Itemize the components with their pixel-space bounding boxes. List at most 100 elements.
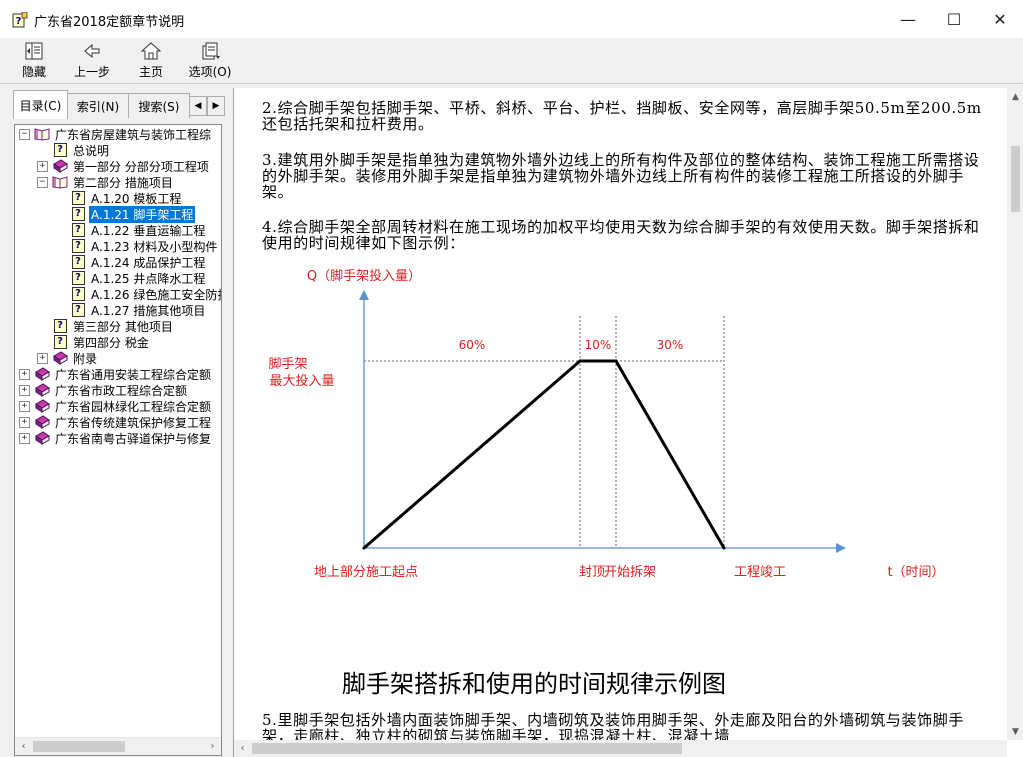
scroll-left-arrow-icon[interactable]: ‹ <box>15 738 32 755</box>
tab-scroll-right-button[interactable]: ▶ <box>207 96 225 116</box>
x-tick-label: 工程竣工 <box>734 565 786 580</box>
paragraph-4: 4.综合脚手架全部周转材料在施工现场的加权平均使用天数为综合脚手架的有效使用天数… <box>262 218 980 252</box>
tree-item[interactable]: ? 第三部分 其他项目 <box>37 318 175 334</box>
expand-icon[interactable]: + <box>19 400 30 412</box>
open-book-icon <box>34 127 50 141</box>
closed-book-icon <box>52 351 68 365</box>
back-arrow-icon <box>80 40 104 61</box>
tree-item[interactable]: ? A.1.22 垂直运输工程 <box>55 222 207 238</box>
pane-splitter[interactable] <box>228 88 232 756</box>
minimize-button[interactable]: — <box>885 0 931 38</box>
phase-label: 10% <box>585 338 612 352</box>
nav-tabs: 目录(C) 索引(N) 搜索(S) ◀ ▶ <box>13 90 227 119</box>
tree-item-label: A.1.21 脚手架工程 <box>87 204 197 224</box>
scroll-right-arrow-icon[interactable]: › <box>204 738 221 755</box>
tree-item-label: 广东省市政工程综合定额 <box>55 383 188 398</box>
topic-content[interactable]: 2.综合脚手架包括脚手架、平桥、斜桥、平台、护栏、挡脚板、安全网等，高层脚手架5… <box>233 88 1023 757</box>
collapse-icon[interactable]: − <box>37 176 48 188</box>
tab-contents[interactable]: 目录(C) <box>13 90 68 119</box>
svg-text:?: ? <box>16 16 22 27</box>
options-icon <box>198 40 222 61</box>
content-scroll-left-icon[interactable]: ‹ <box>234 740 251 757</box>
expand-icon[interactable]: + <box>37 352 48 364</box>
back-button[interactable]: 上一步 <box>64 40 120 80</box>
home-icon <box>139 40 163 61</box>
tree-item[interactable]: ? 总说明 <box>37 142 111 158</box>
tree-item-label: 广东省房屋建筑与装饰工程综 <box>55 127 212 142</box>
x-tick-label: 开始拆架 <box>604 565 656 580</box>
close-button[interactable]: ✕ <box>977 0 1023 38</box>
tree-item-label: 广东省通用安装工程综合定额 <box>55 367 212 382</box>
tree-item[interactable]: ? A.1.21 脚手架工程 <box>55 204 197 224</box>
tree-item[interactable]: + 广东省南粤古驿道保护与修复 <box>19 430 213 446</box>
help-page-icon: ? <box>52 143 68 157</box>
tree-item[interactable]: ? 第四部分 税金 <box>37 334 151 350</box>
help-page-icon: ? <box>70 255 86 269</box>
back-label: 上一步 <box>73 65 110 79</box>
content-horizontal-scrollbar[interactable]: ‹ <box>234 740 1007 757</box>
scroll-up-arrow-icon[interactable]: ▲ <box>1007 88 1023 105</box>
vertical-scroll-thumb[interactable] <box>1011 146 1020 212</box>
closed-book-icon <box>34 431 50 445</box>
expand-icon[interactable]: + <box>19 432 30 444</box>
y-max-label-line1: 脚手架 <box>268 356 307 372</box>
y-axis-arrow <box>359 290 369 300</box>
tree-item[interactable]: + 广东省通用安装工程综合定额 <box>19 366 213 382</box>
phase-label: 30% <box>657 338 684 352</box>
tree-item[interactable]: + 第一部分 分部分项工程项 <box>37 158 211 174</box>
maximize-button[interactable]: ☐ <box>931 0 977 38</box>
tree-item[interactable]: ? A.1.23 材料及小型构件 <box>55 238 219 254</box>
tree-item[interactable]: ? A.1.20 模板工程 <box>55 190 183 206</box>
x-tick-label: 封顶 <box>579 565 605 580</box>
content-vertical-scrollbar[interactable]: ▲ ▼ <box>1007 88 1023 740</box>
tab-search[interactable]: 搜索(S) <box>128 93 190 118</box>
tree-item[interactable]: + 广东省市政工程综合定额 <box>19 382 189 398</box>
tree-item-label: 第二部分 措施项目 <box>73 175 173 190</box>
tree-item[interactable]: − 第二部分 措施项目 <box>37 174 175 190</box>
home-button[interactable]: 主页 <box>123 40 179 80</box>
contents-tree[interactable]: − 广东省房屋建筑与装饰工程综? 总说明 + 第一部分 分部分项工程项 − 第二部分 措施项… <box>14 124 222 756</box>
help-page-icon: ? <box>70 239 86 253</box>
phase-label: 60% <box>459 338 486 352</box>
tree-item[interactable]: + 广东省园林绿化工程综合定额 <box>19 398 213 414</box>
content-horizontal-thumb[interactable] <box>252 743 682 754</box>
tree-item-label: A.1.25 井点降水工程 <box>91 271 206 286</box>
tree-item[interactable]: ? A.1.24 成品保护工程 <box>55 254 207 270</box>
home-label: 主页 <box>138 65 163 79</box>
expand-icon[interactable]: + <box>19 368 30 380</box>
scroll-down-arrow-icon[interactable]: ▼ <box>1007 723 1023 740</box>
help-page-icon: ? <box>70 191 86 205</box>
expand-icon[interactable]: + <box>37 160 48 172</box>
expand-icon[interactable]: + <box>19 384 30 396</box>
tree-item[interactable]: ? A.1.27 措施其他项目 <box>55 302 207 318</box>
tree-horizontal-scrollbar[interactable]: ‹ › <box>15 737 221 755</box>
toolbar: 隐藏 上一步 主页 选项(O) <box>0 38 1023 84</box>
tree-item[interactable]: ? A.1.26 绿色施工安全防护 <box>55 286 221 302</box>
navigation-pane: 目录(C) 索引(N) 搜索(S) ◀ ▶ − 广东省房屋建筑与装饰工程综? 总说明… <box>6 88 227 756</box>
help-page-icon: ? <box>70 271 86 285</box>
tab-scroll-left-button[interactable]: ◀ <box>189 96 207 116</box>
closed-book-icon <box>34 399 50 413</box>
closed-book-icon <box>34 383 50 397</box>
tree-item-label: A.1.27 措施其他项目 <box>91 303 206 318</box>
tree-item-label: 第一部分 分部分项工程项 <box>73 159 209 174</box>
expand-icon[interactable]: + <box>19 416 30 428</box>
hide-label: 隐藏 <box>21 65 46 79</box>
tree-item[interactable]: ? A.1.25 井点降水工程 <box>55 270 207 286</box>
collapse-icon[interactable]: − <box>19 128 30 140</box>
hide-button[interactable]: 隐藏 <box>6 40 62 80</box>
closed-book-icon <box>34 367 50 381</box>
tree-item-label: A.1.22 垂直运输工程 <box>91 223 206 238</box>
title-bar: ? 广东省2018定额章节说明 — ☐ ✕ <box>0 0 1023 39</box>
y-axis-label: Q（脚手架投入量） <box>307 268 421 284</box>
tree-item[interactable]: − 广东省房屋建筑与装饰工程综 <box>19 126 213 142</box>
help-page-icon: ? <box>52 319 68 333</box>
options-button[interactable]: 选项(O) <box>182 40 238 80</box>
tab-index[interactable]: 索引(N) <box>67 93 129 118</box>
tree-item-label: 总说明 <box>73 143 110 158</box>
tree-item[interactable]: + 广东省传统建筑保护修复工程 <box>19 414 213 430</box>
scaffold-usage-chart: 60% 10% 30% Q（脚手架投入量） 脚手架最大投入量地上部分施工起点 封顶开始拆架… <box>268 268 944 580</box>
tree-item-label: A.1.24 成品保护工程 <box>91 255 206 270</box>
scroll-thumb[interactable] <box>33 741 125 752</box>
tree-item[interactable]: + 附录 <box>37 350 99 366</box>
